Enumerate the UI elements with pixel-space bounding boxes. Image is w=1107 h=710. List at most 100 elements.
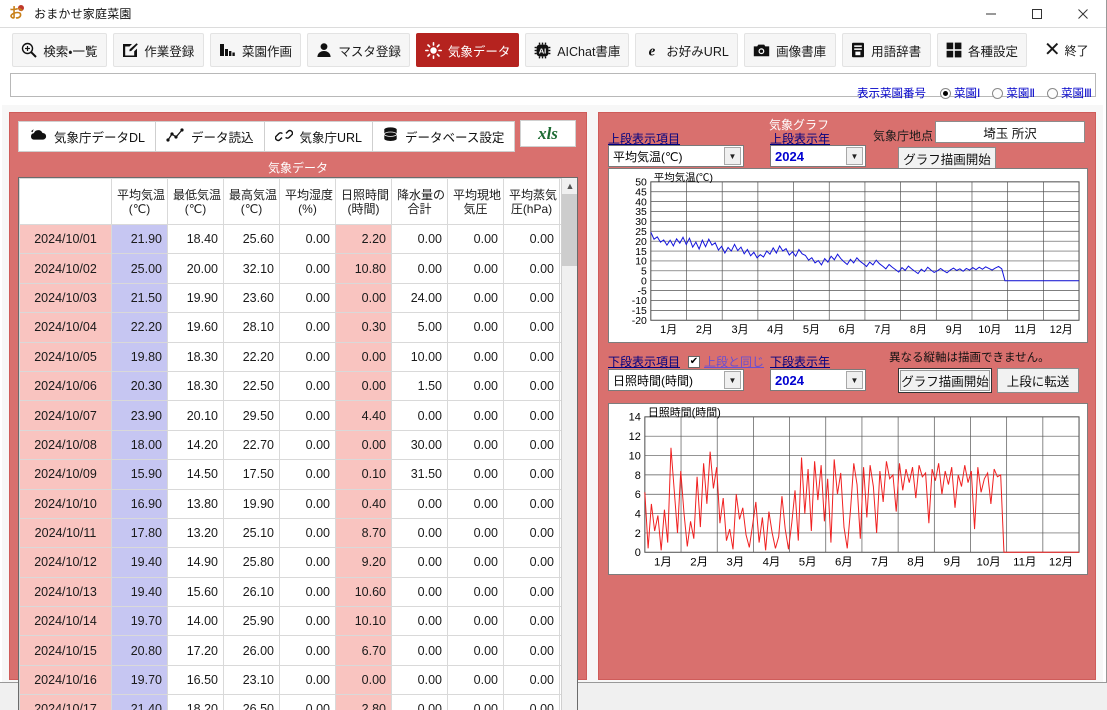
transfer-to-upper-button[interactable]: 上段に転送: [997, 368, 1079, 393]
database-settings-button[interactable]: データベース設定: [372, 121, 516, 152]
table-cell: 0.00: [503, 459, 560, 490]
chevron-down-icon[interactable]: ▼: [846, 147, 863, 165]
jma-data-download-button[interactable]: 気象庁データDL: [18, 121, 156, 152]
exit-label: 終了: [1064, 43, 1089, 58]
lower-year-select[interactable]: 2024 ▼: [770, 369, 866, 391]
table-cell: 0.00: [447, 664, 504, 696]
grid-squares-icon: [946, 42, 962, 58]
table-cell: 0.00: [279, 576, 336, 608]
exit-button[interactable]: ✕ 終了: [1033, 33, 1094, 67]
svg-text:20: 20: [635, 237, 647, 248]
table-cell: 0.00: [503, 576, 560, 608]
window-title: おまかせ家庭菜園: [34, 7, 132, 21]
application-window: お おまかせ家庭菜園 検索・一覧 作業登録 菜園作画 マスタ登録 気象データ A…: [0, 0, 1107, 710]
table-cell: 24.00: [391, 282, 448, 314]
chevron-down-icon[interactable]: ▼: [846, 371, 863, 389]
table-cell: 25.10: [223, 517, 280, 549]
export-xls-button[interactable]: xls: [520, 120, 576, 147]
toolbar-item-settings[interactable]: 各種設定: [936, 33, 1028, 67]
garden-radio-1[interactable]: 菜園Ⅰ: [939, 85, 980, 101]
toolbar-item-aichat-library[interactable]: AI AIChat書庫: [525, 33, 630, 67]
weather-data-panel: 気象庁データDL データ読込 気象庁URL データベース設定 xls 気象データ…: [9, 112, 587, 710]
svg-text:6: 6: [635, 489, 641, 501]
table-row[interactable]: 2024/10/04 22.20 19.60 28.10 0.00 0.30 5.00 0.0…: [19, 312, 562, 343]
table-row[interactable]: 2024/10/01 21.90 18.40 25.60 0.00 2.20 0.00 0.0…: [19, 223, 562, 255]
vertical-scroll-thumb[interactable]: [562, 194, 577, 266]
table-row[interactable]: 2024/10/14 19.70 14.00 25.90 0.00 10.10 0.00 0.…: [19, 606, 562, 637]
table-row[interactable]: 2024/10/08 18.00 14.20 22.70 0.00 0.00 30.00 0.…: [19, 429, 562, 461]
table-cell-date: 2024/10/17: [19, 694, 112, 710]
upper-draw-graph-button[interactable]: グラフ描画開始: [898, 147, 996, 170]
table-cell: 0.00: [391, 223, 448, 255]
table-cell: 17.50: [223, 459, 280, 490]
lower-same-as-upper-checkbox[interactable]: ✔ 上段と同じ: [688, 353, 764, 370]
lower-draw-graph-button[interactable]: グラフ描画開始: [898, 368, 992, 393]
scroll-up-icon[interactable]: ▲: [562, 178, 577, 194]
table-row[interactable]: 2024/10/12 19.40 14.90 25.80 0.00 9.20 0.00 0.0…: [19, 547, 562, 578]
upper-year-select[interactable]: 2024 ▼: [770, 145, 866, 167]
toolbar-item-favorite-url[interactable]: e お好みURL: [635, 33, 738, 67]
table-cell: 22.20: [223, 341, 280, 372]
table-cell: 0.00: [279, 400, 336, 431]
toolbar-item-search[interactable]: 検索・一覧: [12, 33, 107, 67]
svg-text:50: 50: [635, 178, 647, 189]
svg-text:-15: -15: [632, 306, 647, 317]
jma-url-button[interactable]: 気象庁URL: [263, 121, 374, 152]
table-row[interactable]: 2024/10/10 16.90 13.80 19.90 0.00 0.40 0.00 0.0…: [19, 488, 562, 519]
upper-item-select[interactable]: 平均気温(℃) ▼: [608, 145, 744, 167]
lower-chart-svg: 0 2 4 6 8 10 12 14 1月 2月 3月 4月 5月 6月 7月 8月 9月 10月 11月 12月 日照…: [629, 406, 1080, 569]
table-cell: 0.00: [503, 282, 560, 314]
table-cell-sunshine: 10.10: [335, 606, 392, 637]
toolbar-item-image-library[interactable]: 画像書庫: [743, 33, 836, 67]
table-cell: 0.00: [503, 664, 560, 696]
table-row[interactable]: 2024/10/11 17.80 13.20 25.10 0.00 8.70 0.00 0.0…: [19, 517, 562, 549]
table-row[interactable]: 2024/10/13 19.40 15.60 26.10 0.00 10.60 0.00 0.…: [19, 576, 562, 608]
table-cell-avg-temp: 15.90: [111, 459, 168, 490]
table-cell-avg-temp: 25.00: [111, 253, 168, 284]
toolbar-item-master-register[interactable]: マスタ登録: [307, 33, 410, 67]
table-vertical-scrollbar[interactable]: ▲ ▼: [561, 178, 577, 710]
chevron-down-icon[interactable]: ▼: [724, 147, 741, 165]
svg-text:25: 25: [635, 227, 647, 238]
table-row[interactable]: 2024/10/03 21.50 19.90 23.60 0.00 0.00 24.00 0.…: [19, 282, 562, 314]
button-label: 気象庁URL: [299, 131, 363, 145]
garden-radio-2[interactable]: 菜園Ⅱ: [992, 85, 1035, 101]
minimize-button[interactable]: [968, 0, 1014, 28]
data-load-button[interactable]: データ読込: [154, 121, 265, 152]
table-cell: 0.00: [447, 253, 504, 284]
table-row[interactable]: 2024/10/07 23.90 20.10 29.50 0.00 4.40 0.00 0.0…: [19, 400, 562, 431]
table-row[interactable]: 2024/10/05 19.80 18.30 22.20 0.00 0.00 10.00 0.…: [19, 341, 562, 372]
toolbar-item-label: 用語辞書: [871, 44, 922, 59]
table-cell-avg-temp: 20.30: [111, 370, 168, 402]
table-row[interactable]: 2024/10/02 25.00 20.00 32.10 0.00 10.80 0.00 0.…: [19, 253, 562, 284]
toolbar-item-work-register[interactable]: 作業登録: [112, 33, 204, 67]
close-button[interactable]: [1060, 0, 1106, 28]
table-cell-avg-temp: 18.00: [111, 429, 168, 461]
svg-text:12: 12: [629, 431, 641, 443]
table-row[interactable]: 2024/10/06 20.30 18.30 22.50 0.00 0.00 1.50 0.0…: [19, 370, 562, 402]
maximize-button[interactable]: [1014, 0, 1060, 28]
toolbar-item-glossary[interactable]: 用語辞書: [841, 33, 931, 67]
toolbar-item-weather-data[interactable]: 気象データ: [415, 33, 520, 67]
table-cell-sunshine: 2.20: [335, 223, 392, 255]
station-value[interactable]: 埼玉 所沢: [935, 121, 1085, 143]
table-header-cell: 平均湿度 (%): [279, 178, 336, 225]
garden-radio-3[interactable]: 菜園Ⅲ: [1047, 85, 1092, 101]
svg-text:7月: 7月: [871, 557, 889, 569]
table-cell-date: 2024/10/14: [19, 606, 112, 637]
svg-text:7月: 7月: [874, 324, 891, 336]
table-cell-sunshine: 8.70: [335, 517, 392, 549]
table-cell: 1.50: [391, 370, 448, 402]
table-row[interactable]: 2024/10/16 19.70 16.50 23.10 0.00 0.00 0.00 0.0…: [19, 664, 562, 696]
table-cell: 0.00: [503, 370, 560, 402]
lower-item-select[interactable]: 日照時間(時間) ▼: [608, 369, 744, 391]
toolbar-item-garden-draw[interactable]: 菜園作画: [209, 33, 302, 67]
svg-text:平均気温(℃): 平均気温(℃): [654, 171, 713, 184]
table-cell: 0.00: [447, 459, 504, 490]
table-row[interactable]: 2024/10/09 15.90 14.50 17.50 0.00 0.10 31.50 0.…: [19, 459, 562, 490]
table-row[interactable]: 2024/10/15 20.80 17.20 26.00 0.00 6.70 0.00 0.0…: [19, 635, 562, 666]
table-cell: 0.00: [391, 488, 448, 519]
chevron-down-icon[interactable]: ▼: [724, 371, 741, 389]
table-cell: 0.00: [503, 606, 560, 637]
table-row[interactable]: 2024/10/17 21.40 18.20 26.50 0.00 2.80 0.00 0.0…: [19, 694, 562, 710]
